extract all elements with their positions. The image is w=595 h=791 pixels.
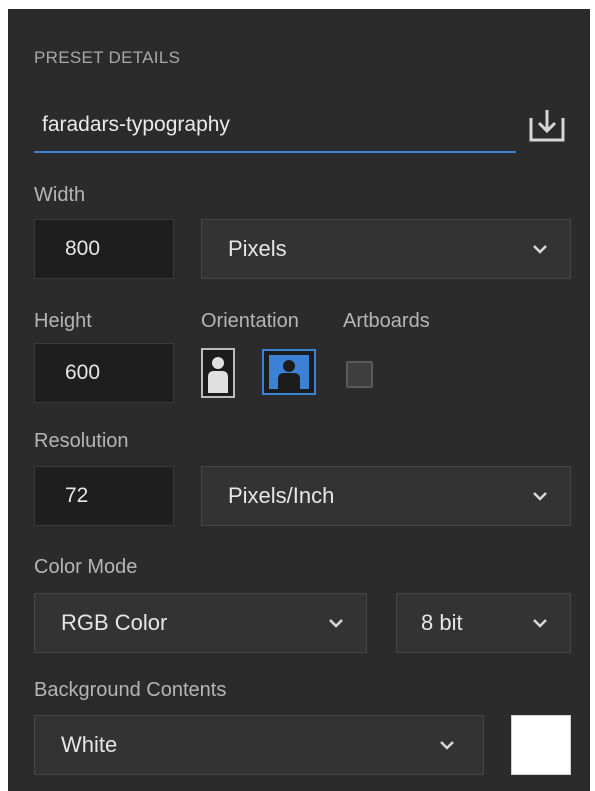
background-color-swatch[interactable] <box>511 715 571 775</box>
portrait-orientation-button[interactable] <box>201 348 235 398</box>
section-title: PRESET DETAILS <box>34 48 181 67</box>
bit-depth-value: 8 bit <box>421 610 463 635</box>
preset-name-input[interactable]: faradars-typography <box>34 99 516 153</box>
artboards-checkbox[interactable] <box>346 361 373 388</box>
artboards-label: Artboards <box>343 310 430 332</box>
save-preset-icon[interactable] <box>527 108 567 144</box>
portrait-icon <box>208 357 228 393</box>
width-input[interactable]: 800 <box>34 219 174 279</box>
width-label: Width <box>34 184 86 206</box>
color-mode-value: RGB Color <box>61 610 168 635</box>
chevron-down-icon <box>533 492 547 501</box>
chevron-down-icon <box>440 741 454 750</box>
background-contents-label: Background Contents <box>34 679 227 701</box>
color-mode-dropdown[interactable]: RGB Color <box>34 593 367 653</box>
bit-depth-dropdown[interactable]: 8 bit <box>396 593 571 653</box>
landscape-orientation-button[interactable] <box>262 349 316 395</box>
width-unit-value: Pixels <box>228 236 287 261</box>
color-mode-label: Color Mode <box>34 556 138 578</box>
left-margin <box>0 0 8 791</box>
resolution-unit-value: Pixels/Inch <box>228 483 335 508</box>
height-input[interactable]: 600 <box>34 343 174 403</box>
resolution-input[interactable]: 72 <box>34 466 174 526</box>
orientation-label: Orientation <box>201 310 299 332</box>
chevron-down-icon <box>533 245 547 254</box>
height-label: Height <box>34 310 92 332</box>
background-contents-dropdown[interactable]: White <box>34 715 484 775</box>
chevron-down-icon <box>329 619 343 628</box>
width-unit-dropdown[interactable]: Pixels <box>201 219 571 279</box>
background-contents-value: White <box>61 732 118 757</box>
chevron-down-icon <box>533 619 547 628</box>
landscape-icon <box>269 355 309 389</box>
resolution-unit-dropdown[interactable]: Pixels/Inch <box>201 466 571 526</box>
resolution-label: Resolution <box>34 430 129 452</box>
